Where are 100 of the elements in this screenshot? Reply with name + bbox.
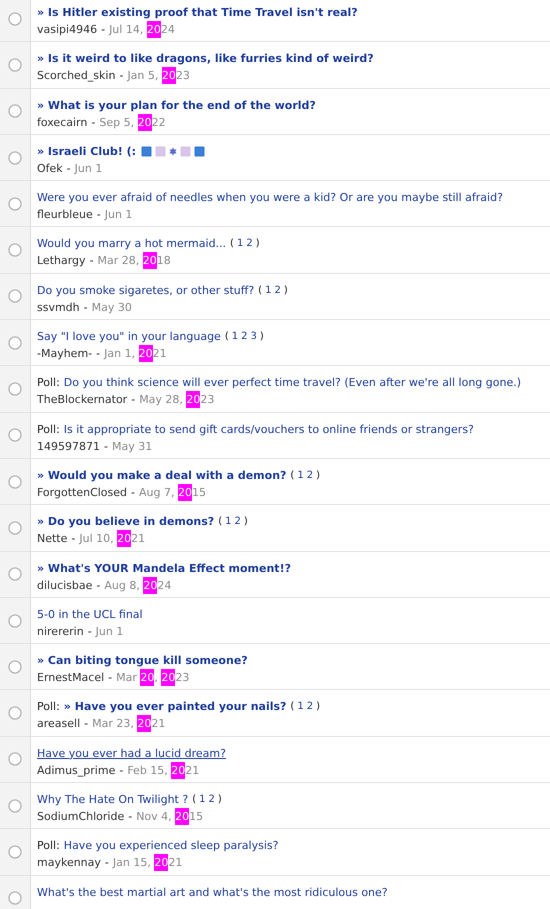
post-date: Aug 8,: [104, 578, 141, 594]
topic-link[interactable]: Do you smoke sigaretes, or other stuff?: [37, 282, 254, 299]
search-highlight: 20: [175, 808, 190, 826]
radio-button[interactable]: [8, 289, 22, 304]
page-link[interactable]: 2: [241, 328, 248, 346]
topic-link[interactable]: » Have you ever painted your nails?: [64, 698, 286, 716]
radio-button[interactable]: [8, 243, 22, 258]
page-link[interactable]: 1: [225, 513, 232, 530]
topic-link[interactable]: » Is it weird to like dragons, like furries kind of weird?: [37, 50, 374, 68]
post-date: Jun 1: [104, 207, 132, 224]
page-bracket: ): [260, 330, 264, 344]
page-bracket: (: [290, 468, 294, 483]
topic-link[interactable]: Why The Hate On Twilight ?: [37, 791, 188, 808]
author-name: ForgottenClosed: [37, 484, 128, 501]
post-date: 18: [156, 253, 171, 270]
topic-link[interactable]: Say "I love you" in your language: [37, 328, 221, 346]
radio-button[interactable]: [8, 844, 22, 859]
radio-button[interactable]: [8, 752, 22, 766]
radio-button[interactable]: [8, 614, 22, 628]
radio-button[interactable]: [8, 567, 22, 582]
post-date: Jan 5,: [127, 68, 160, 84]
post-date: Nov 4,: [136, 809, 173, 826]
radio-button[interactable]: [8, 12, 22, 26]
search-highlight: 20: [178, 484, 192, 501]
separator-dash: -: [96, 346, 100, 362]
author-name: maykennay: [37, 855, 101, 872]
radio-button[interactable]: [8, 196, 22, 211]
post-date: Mar 23,: [92, 716, 135, 732]
radio-button[interactable]: [8, 382, 22, 396]
topic-link[interactable]: Have you ever had a lucid dream?: [37, 744, 226, 762]
page-link[interactable]: 2: [234, 513, 241, 530]
separator-dash: -: [90, 253, 94, 270]
topic-link[interactable]: » Would you make a deal with a demon?: [37, 466, 286, 484]
separator-dash: -: [91, 114, 96, 131]
author-name: areasell: [37, 716, 80, 732]
page-link[interactable]: 1: [232, 328, 238, 346]
page-link[interactable]: 1: [199, 791, 206, 808]
author-name: foxecairn: [37, 114, 88, 131]
page-link[interactable]: 2: [306, 698, 314, 716]
page-link[interactable]: 2: [274, 282, 281, 299]
topic-link[interactable]: » Is Hitler existing proof that Time Travel isn't real?: [37, 4, 358, 21]
topic-link[interactable]: Do you think science will ever perfect time travel? (Even after we're all long gone.): [64, 374, 522, 392]
page-link[interactable]: 2: [208, 791, 215, 808]
radio-button[interactable]: [8, 798, 22, 813]
post-date: 21: [151, 716, 166, 732]
post-date: Jun 1: [96, 624, 124, 640]
topic-link[interactable]: » Do you believe in demons?: [37, 513, 214, 530]
radio-button[interactable]: [8, 150, 22, 165]
page-bracket: (: [224, 330, 229, 344]
author-name: SodiumChloride: [37, 809, 124, 826]
author-name: -Mayhem-: [37, 346, 92, 362]
post-date: ,: [154, 670, 159, 686]
poll-label: Poll:: [37, 375, 60, 392]
topic-link[interactable]: 5-0 in the UCL final: [37, 606, 143, 623]
post-date: 23: [175, 670, 190, 686]
separator-dash: -: [131, 484, 136, 501]
topic-link[interactable]: What's the best martial art and what's the most ridiculous one?: [37, 884, 388, 901]
page-link[interactable]: 2: [246, 235, 253, 252]
radio-button[interactable]: [8, 336, 22, 350]
page-link[interactable]: 3: [250, 328, 257, 346]
topic-link[interactable]: Have you experienced sleep paralysis?: [64, 837, 278, 854]
post-date: Feb 15,: [127, 762, 169, 779]
page-bracket: (: [290, 700, 294, 714]
page-link[interactable]: 1: [236, 235, 244, 252]
page-link[interactable]: 1: [297, 466, 304, 484]
page-link[interactable]: 1: [265, 282, 272, 299]
separator-dash: -: [119, 762, 124, 779]
author-name: vasipi4946: [37, 22, 98, 38]
post-date: 15: [189, 809, 204, 826]
topic-link[interactable]: » Israeli Club! (:: [37, 142, 136, 160]
post-date: May 31: [112, 438, 152, 455]
search-highlight: 20: [138, 114, 152, 131]
post-date: Sep 5,: [99, 114, 136, 131]
search-highlight: 20: [171, 762, 186, 779]
page-link[interactable]: 1: [297, 698, 304, 716]
author-name: Ofek: [37, 160, 63, 177]
topic-link[interactable]: Is it appropriate to send gift cards/vouchers to online friends or strangers?: [64, 420, 474, 438]
search-highlight: 20: [117, 530, 132, 548]
post-date: Jul 14,: [109, 22, 144, 38]
page-bracket: (: [192, 793, 196, 808]
separator-dash: -: [71, 531, 76, 548]
radio-button[interactable]: [8, 428, 22, 442]
radio-button[interactable]: [8, 660, 22, 674]
topic-link[interactable]: » What is your plan for the end of the world?: [37, 96, 316, 114]
topic-link[interactable]: » Can biting tongue kill someone?: [37, 652, 248, 670]
author-name: TheBlockernator: [37, 392, 128, 408]
author-name: dilucisbae: [37, 578, 92, 594]
radio-button[interactable]: [8, 891, 22, 906]
radio-button[interactable]: [8, 104, 22, 118]
radio-button[interactable]: [8, 474, 22, 489]
radio-button[interactable]: [8, 58, 22, 72]
search-highlight: 20: [162, 67, 176, 84]
topic-link[interactable]: Would you marry a hot mermaid...: [37, 235, 226, 252]
topic-link[interactable]: » What's YOUR Mandela Effect moment!?: [37, 560, 291, 577]
topic-link[interactable]: Were you ever afraid of needles when you were a kid? Or are you maybe still afraid?: [37, 189, 503, 206]
post-date: 21: [152, 346, 167, 362]
page-bracket: (: [230, 237, 234, 252]
radio-button[interactable]: [8, 706, 22, 720]
radio-button[interactable]: [8, 520, 22, 535]
page-link[interactable]: 2: [306, 466, 314, 484]
